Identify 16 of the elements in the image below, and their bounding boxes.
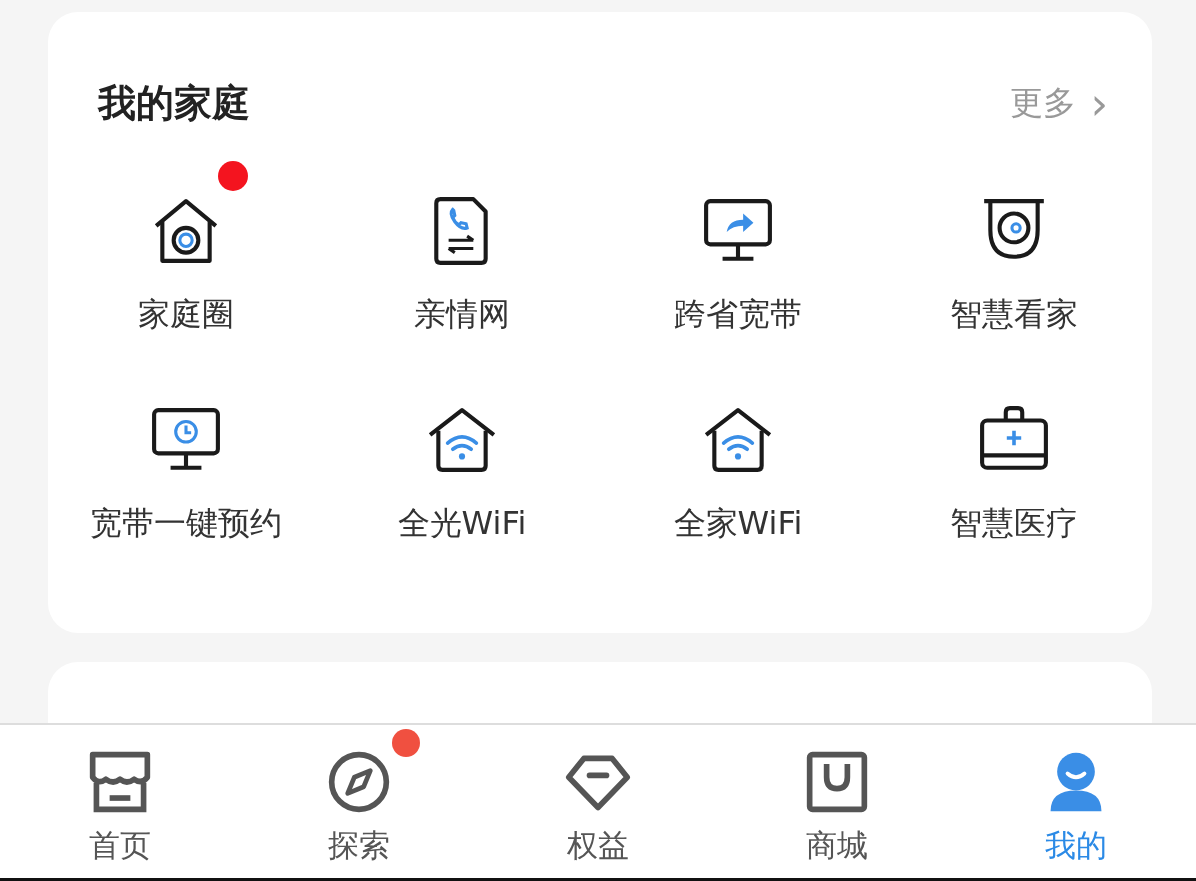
nav-tab[interactable]: 首页 — [0, 725, 240, 878]
service-item[interactable]: 宽带一键预约 — [48, 368, 324, 542]
notification-dot — [391, 729, 420, 757]
nav-tab[interactable]: 权益 — [478, 725, 718, 878]
service-item[interactable]: 智慧看家 — [876, 159, 1152, 333]
service-item[interactable]: 家庭圈 — [48, 159, 324, 333]
nav-tab[interactable]: 我的 — [956, 725, 1196, 878]
service-item[interactable]: 智慧医疗 — [876, 368, 1152, 542]
notification-dot — [218, 161, 248, 191]
service-item[interactable]: 亲情网 — [324, 159, 600, 333]
nav-tab[interactable]: 商城 — [717, 725, 957, 878]
service-item[interactable]: 跨省宽带 — [600, 159, 876, 333]
service-item[interactable]: 全光WiFi — [324, 368, 600, 542]
nav-tab[interactable]: 探索 — [239, 725, 479, 878]
service-item[interactable]: 全家WiFi — [600, 368, 876, 542]
section-title: 我的家庭 — [98, 80, 250, 127]
